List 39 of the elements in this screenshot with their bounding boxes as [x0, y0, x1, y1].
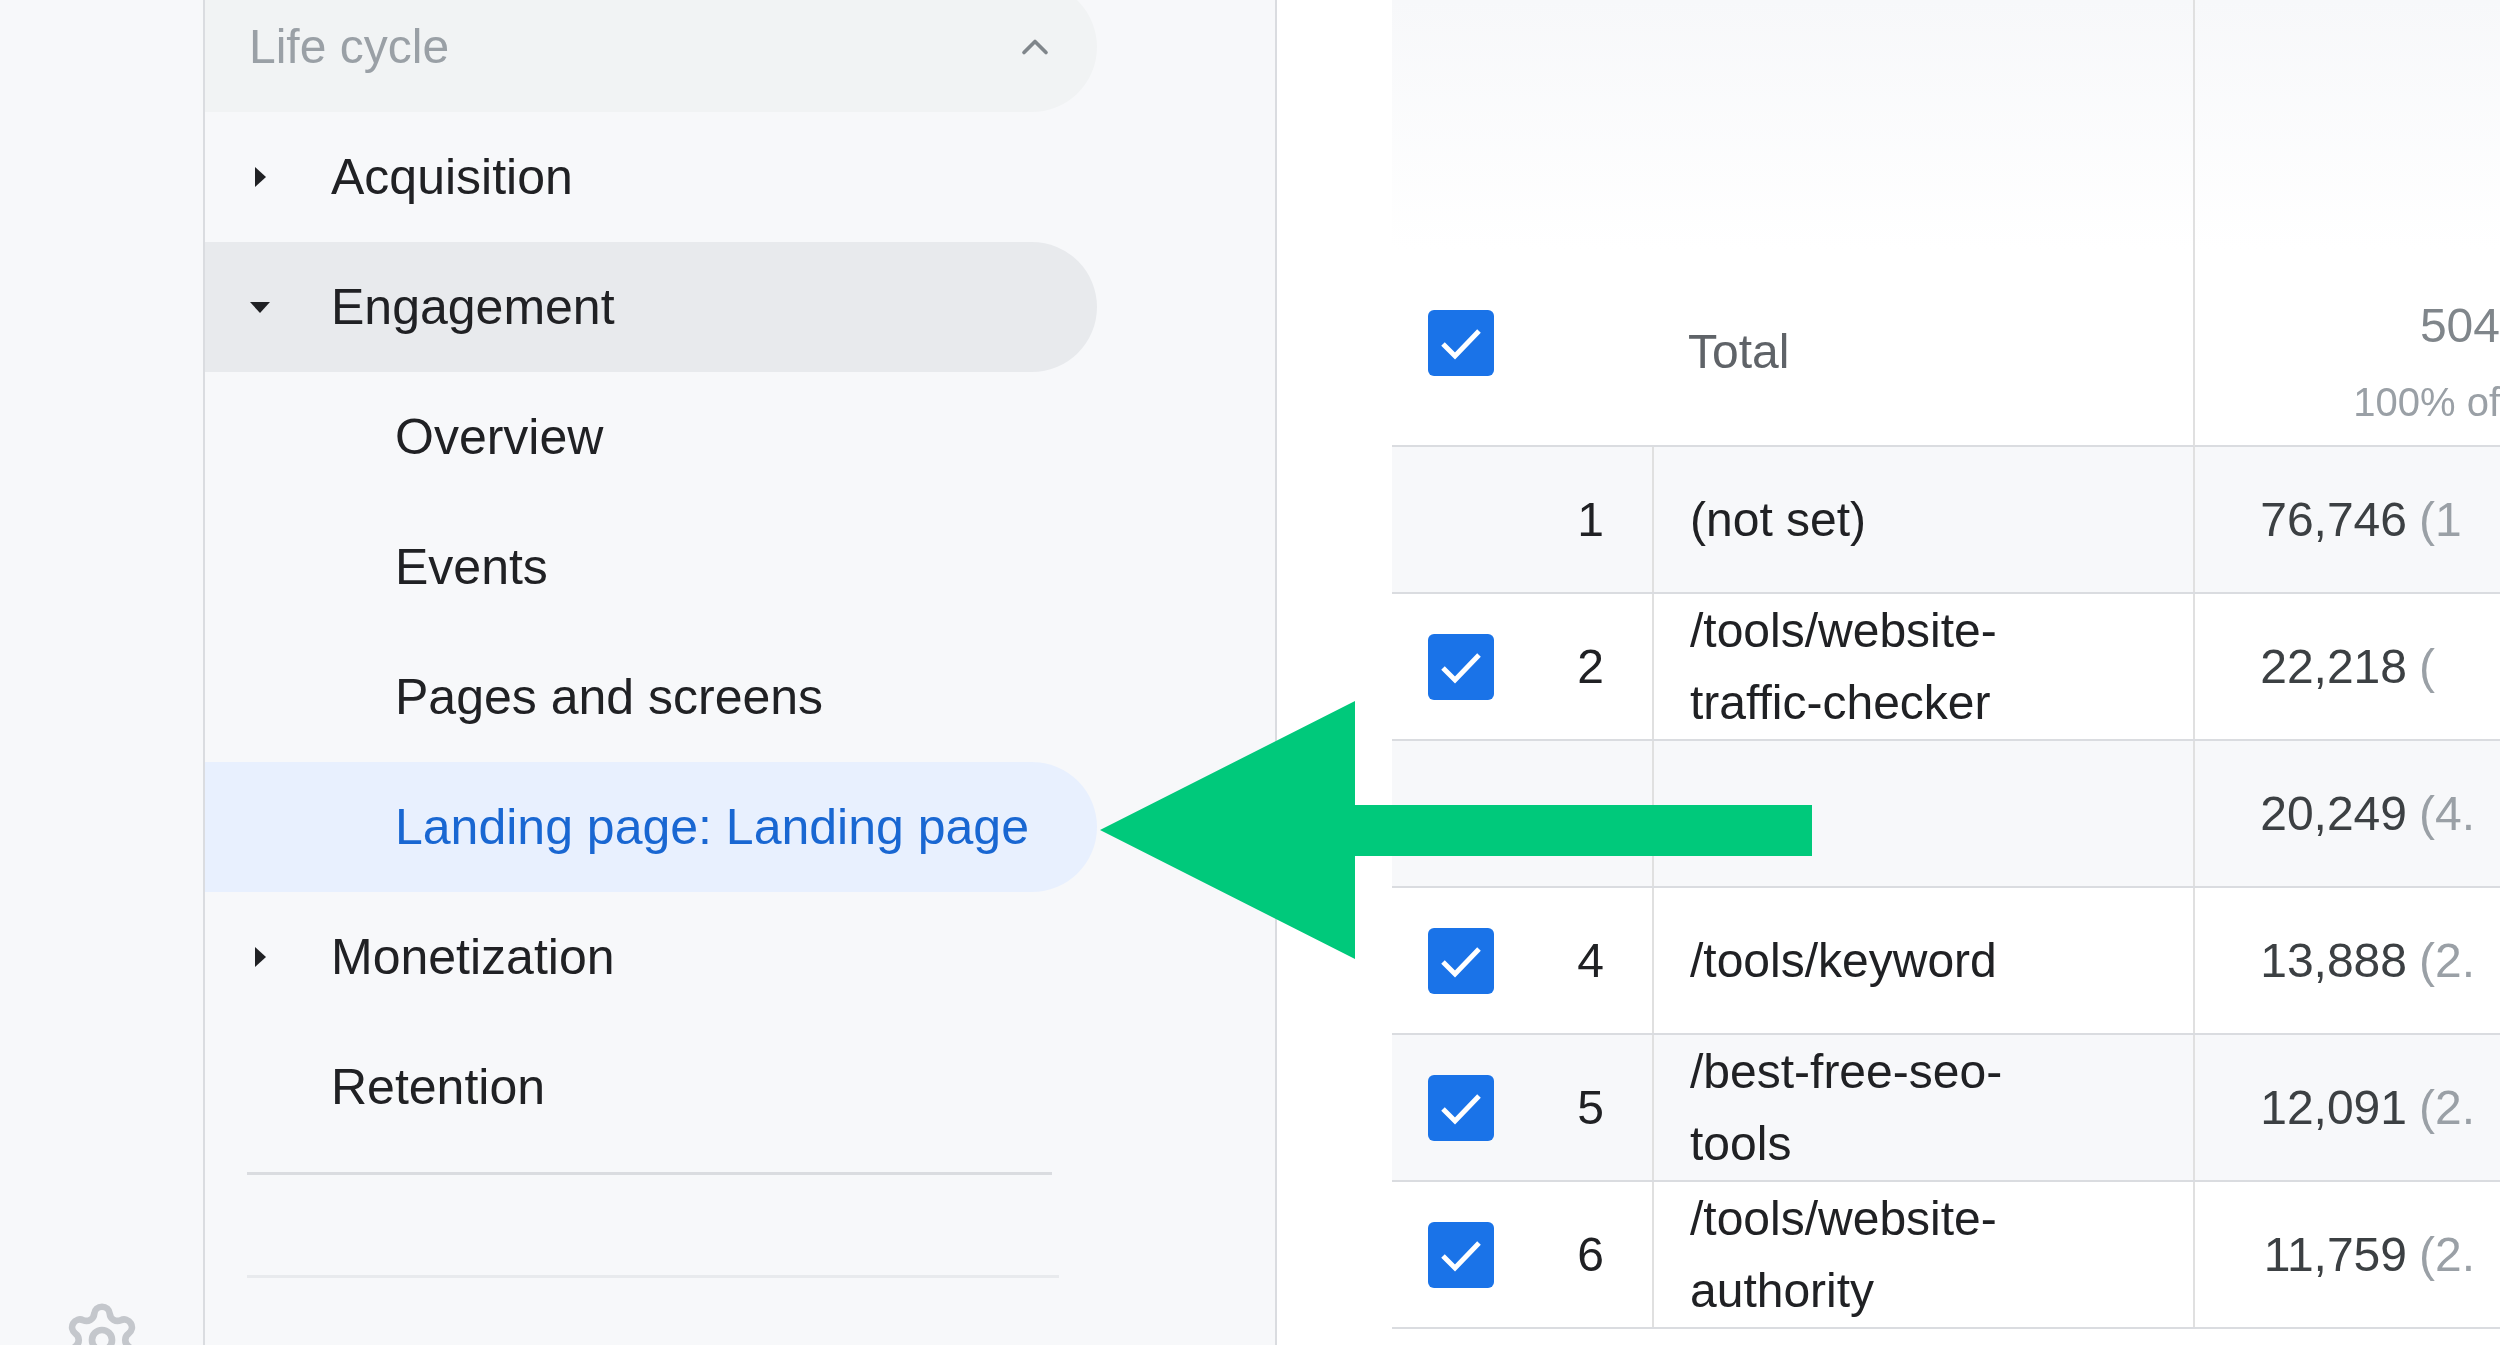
nav-item[interactable]: Acquisition [205, 112, 1097, 242]
metric-value: 11,759 [2262, 1226, 2407, 1283]
row-number: 5 [1577, 1079, 1604, 1136]
metric-value: 13,888 [2259, 932, 2407, 989]
nav-subitem[interactable]: Overview [205, 372, 1097, 502]
metric-share: (2. [2419, 932, 2475, 989]
checkbox[interactable] [1428, 1074, 1494, 1141]
metric-value: 12,091 [2259, 1079, 2407, 1136]
row-number: 4 [1577, 932, 1604, 989]
total-value: 504 [2419, 298, 2500, 354]
nav-subitem[interactable]: Landing page: Landing page [205, 762, 1097, 892]
metric-value: 22,218 [2259, 638, 2407, 695]
total-label: Total [1688, 324, 1790, 380]
nav-subitem[interactable]: Pages and screens [205, 632, 1097, 762]
page-path[interactable]: (not set) [1690, 483, 2070, 556]
metric-share: (2. [2419, 1079, 2475, 1136]
checkbox[interactable] [1428, 310, 1494, 376]
metric-value: 20,249 [2259, 785, 2407, 842]
page-path[interactable]: /tools/website-authority [1690, 1182, 2070, 1327]
nav-item[interactable]: Engagement [205, 242, 1097, 372]
row-number: 6 [1577, 1226, 1604, 1283]
metric-share: (2. [2419, 1226, 2475, 1283]
metric-share: (1 [2419, 491, 2462, 548]
page-path[interactable]: /best-free-seo-tools [1690, 1035, 2070, 1180]
nav-item[interactable]: Monetization [205, 892, 1097, 1022]
row-number: 1 [1577, 491, 1604, 548]
checkbox[interactable] [1428, 927, 1494, 994]
section-title: Life cycle [249, 19, 450, 75]
checkbox[interactable] [1428, 633, 1494, 700]
metric-share: (4. [2419, 785, 2475, 842]
page-path[interactable]: /tools/keyword [1690, 924, 2070, 997]
page-path[interactable]: /tools/website-traffic-checker [1690, 594, 2070, 739]
checkbox[interactable] [1428, 1221, 1494, 1288]
row-number: 2 [1577, 638, 1604, 695]
metric-share: ( [2419, 638, 2435, 695]
total-share: 100% of [2353, 379, 2500, 426]
nav-subitem[interactable]: Events [205, 502, 1097, 632]
nav-item[interactable]: Retention [205, 1022, 1097, 1152]
metric-value: 76,746 [2259, 491, 2407, 548]
